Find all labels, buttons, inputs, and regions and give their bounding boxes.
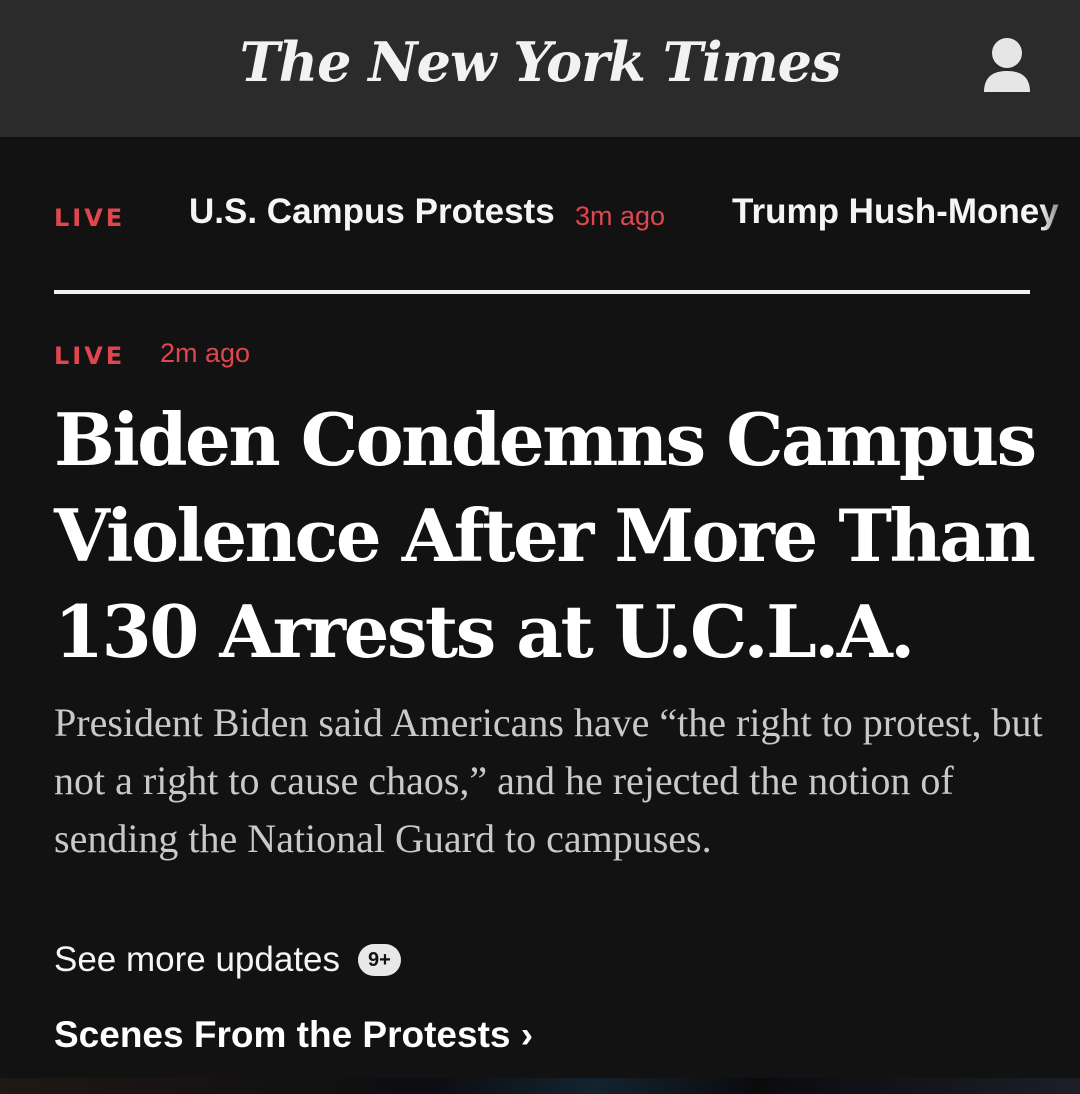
section-divider [54,290,1030,294]
story-headline[interactable]: Biden Condemns Campus Violence After Mor… [54,392,1044,680]
ticker-item-campus-protests[interactable]: U.S. Campus Protests [189,192,555,232]
see-more-updates-label: See more updates [54,940,341,979]
updates-count-badge: 9+ [358,944,401,976]
top-bar: The New York Times [0,0,1080,137]
live-ticker: LIVE U.S. Campus Protests 3m ago Trump H… [54,190,1080,242]
ticker-fade [1040,190,1080,242]
account-button[interactable] [976,34,1038,100]
person-icon [984,38,1030,92]
masthead-logo[interactable]: The New York Times [0,22,1080,102]
ticker-item-time: 3m ago [575,201,666,231]
ticker-item-trump-hush-money[interactable]: Trump Hush-Money [732,192,1059,232]
story-live-label: LIVE [54,342,126,370]
story-summary: President Biden said Americans have “the… [54,700,1043,861]
ticker-live-label: LIVE [54,204,126,232]
lead-image-top-edge[interactable] [0,1078,1080,1094]
see-more-updates-link[interactable]: See more updates 9+ [54,940,401,980]
scenes-from-protests-link[interactable]: Scenes From the Protests › [54,1014,533,1056]
story-timestamp: 2m ago [160,338,251,368]
